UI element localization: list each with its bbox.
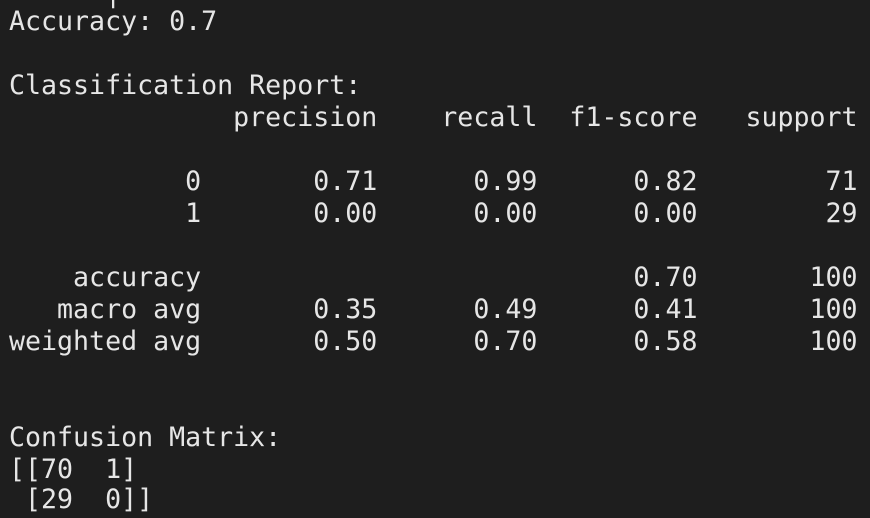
report-row-class-0: 0 0.71 0.99 0.82 71 — [9, 166, 858, 197]
report-row-weighted-avg: weighted avg 0.50 0.70 0.58 100 — [9, 326, 858, 357]
report-header-row: precision recall f1-score support — [9, 102, 858, 133]
confusion-matrix-heading: Confusion Matrix: — [9, 422, 282, 453]
report-row-accuracy: accuracy 0.70 100 — [9, 262, 858, 293]
accuracy-line: Accuracy: 0.7 — [9, 6, 218, 37]
classification-report-heading: Classification Report: — [9, 70, 362, 101]
confusion-matrix-row-1: [29 0]] — [9, 484, 154, 515]
report-row-macro-avg: macro avg 0.35 0.49 0.41 100 — [9, 294, 858, 325]
terminal-output[interactable]: | Accuracy: 0.7 Classification Report: p… — [0, 0, 870, 518]
confusion-matrix-row-0: [[70 1] — [9, 454, 138, 485]
report-row-class-1: 1 0.00 0.00 0.00 29 — [9, 198, 858, 229]
